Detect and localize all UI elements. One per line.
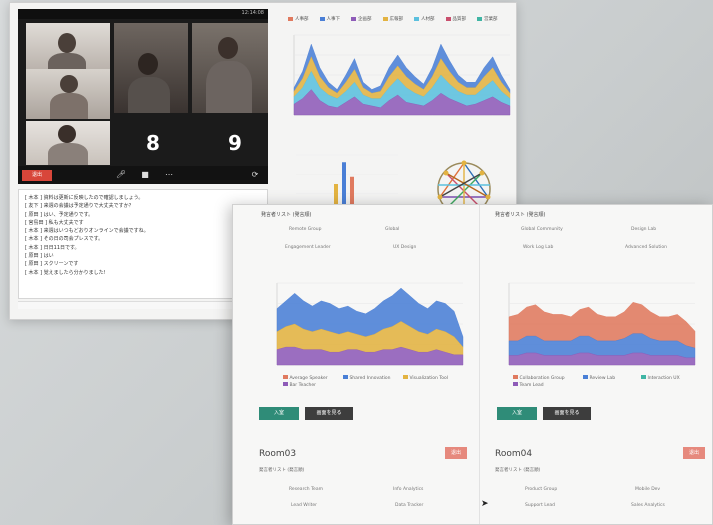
participant-pill: Global <box>385 227 400 232</box>
mouse-cursor-icon: ➤ <box>481 499 489 509</box>
column-divider <box>479 205 480 524</box>
room3-leave-tag[interactable]: 退出 <box>445 447 467 459</box>
participant-pill: Advanced Solution <box>625 245 667 250</box>
legend-label: Interaction UX <box>647 376 680 381</box>
chat-message: [ 原田 ] はい、予定通りです。 <box>25 211 94 218</box>
chat-message: [ 木本 ] 日日11日です。 <box>25 244 80 251</box>
room2-view-screen-button[interactable]: 画面を見る <box>543 407 591 420</box>
room4-subtitle: 発言者リスト (発言順) <box>495 468 541 473</box>
legend-swatch <box>445 17 451 21</box>
area-chart-legend: 人事部 人事下 企画部 広報部 人材部 品質部 営業部 <box>288 16 498 22</box>
speaker-list-title: 発言者リスト (発言順) <box>261 212 312 218</box>
participant-tile-1[interactable] <box>26 23 110 75</box>
room-panel-2: 発言者リスト (発言順) Global Community Design Lab… <box>485 205 712 524</box>
legend-label: 人事下 <box>326 17 341 22</box>
refresh-icon[interactable]: ⟳ <box>250 170 260 180</box>
more-icon[interactable]: ⋯ <box>164 170 174 180</box>
speaker-list-title: 発言者リスト (発言順) <box>495 212 546 218</box>
chat-input[interactable] <box>18 301 268 309</box>
participant-pill: Research Team <box>289 487 323 492</box>
rooms-overview-window: 発言者リスト (発言順) Remote Group Global Engagem… <box>232 204 713 525</box>
chat-message: [ 原田 ] はい <box>25 253 54 260</box>
legend-item[interactable]: 営業部 <box>477 16 498 22</box>
video-topbar: 12:14:08 <box>18 9 268 19</box>
legend-swatch <box>288 17 293 21</box>
participant-pill: Support Lead <box>525 503 556 508</box>
participant-tile-4[interactable] <box>26 69 110 119</box>
video-controls-bar: 退出 🎤︎ ■ ⋯ ⟳ <box>18 166 268 184</box>
chat-message: [ 宮島田 ] 私も大丈夫です <box>25 219 84 226</box>
room4-leave-tag[interactable]: 退出 <box>683 447 705 459</box>
room2-enter-button[interactable]: 入室 <box>497 407 537 420</box>
room4-title: Room04 <box>495 449 533 459</box>
room3-subtitle: 発言者リスト (発言順) <box>259 468 305 473</box>
participant-pill: Design Lab <box>631 227 657 232</box>
legend-label: Average Speaker <box>289 376 328 381</box>
legend-label: Shared Innovation <box>349 376 391 381</box>
legend-label: Collaboration Group <box>519 376 565 381</box>
legend-label: 営業部 <box>484 17 498 22</box>
legend-label: 人材部 <box>421 17 435 22</box>
participant-pill: Mobile Dev <box>635 487 661 492</box>
legend-item[interactable]: 人事下 <box>319 16 341 22</box>
participant-pill: Global Community <box>521 227 563 232</box>
legend-swatch <box>477 17 482 21</box>
legend-item[interactable]: 企画部 <box>351 16 372 22</box>
room-panel-1: 発言者リスト (発言順) Remote Group Global Engagem… <box>233 205 473 524</box>
room1-enter-button[interactable]: 入室 <box>259 407 299 420</box>
participant-tile-5[interactable] <box>26 121 110 165</box>
legend-label: Team Lead <box>519 383 544 388</box>
participant-pill: Sales Analytics <box>631 503 665 508</box>
legend-label: Visualization Tool <box>409 376 449 381</box>
camera-icon[interactable]: ■ <box>140 170 150 180</box>
participant-pill: Work Log Lab <box>523 245 554 250</box>
room2-speaking-area-chart <box>508 282 696 366</box>
participant-tile-2[interactable] <box>114 23 188 113</box>
participant-pill: UX Design <box>393 245 417 250</box>
legend-item[interactable]: 人材部 <box>414 16 435 22</box>
room1-view-screen-button[interactable]: 画面を見る <box>305 407 353 420</box>
chat-log: [ 木本 ] 資料は更新に反映したので確認しましょう。 [ 友下 ] 来週の会議は… <box>18 189 268 299</box>
chat-message: [ 木本 ] 資料は更新に反映したので確認しましょう。 <box>25 195 144 201</box>
legend-item[interactable]: 広報部 <box>382 16 404 22</box>
participant-pill: Engagement Leader <box>285 245 331 250</box>
participant-pill: Data Tracker <box>395 503 424 508</box>
legend-item[interactable]: 人事部 <box>288 16 309 22</box>
legend-swatch <box>414 17 419 21</box>
legend-swatch <box>319 17 325 21</box>
chat-message: [ 原田 ] スクリーンです <box>25 261 79 268</box>
participant-pill: Lead Writer <box>291 503 317 508</box>
room1-speaking-area-chart <box>276 282 464 366</box>
participant-counter-2: 9 <box>228 131 242 155</box>
participant-tile-3[interactable] <box>192 23 268 113</box>
legend-item[interactable]: 品質部 <box>445 16 467 22</box>
participant-pill: Info Analytics <box>393 487 424 492</box>
legend-label: 人事部 <box>295 17 309 22</box>
participant-pill: Product Group <box>525 487 558 492</box>
chat-message: [ 友下 ] 来週の会議は予定通りで大丈夫ですか？ <box>25 203 134 210</box>
microphone-icon[interactable]: 🎤︎ <box>116 170 126 180</box>
leave-button[interactable]: 退出 <box>22 170 52 181</box>
legend-label: 広報部 <box>389 17 404 22</box>
chat-message: [ 木本 ] その日の司会プレスです。 <box>25 236 104 243</box>
video-timestamp: 12:14:08 <box>241 10 264 16</box>
participant-counter-1: 8 <box>146 131 160 155</box>
chat-message: [ 木本 ] 来週はいつもどおりオンラインで会議ですね。 <box>25 228 149 235</box>
legend-label: 企画部 <box>358 17 372 22</box>
legend-swatch <box>382 17 388 21</box>
participant-pill: Remote Group <box>289 227 322 232</box>
legend-label: Bar Teacher <box>289 383 317 388</box>
room3-title: Room03 <box>259 449 297 459</box>
legend-label: Review Lab <box>589 376 616 381</box>
video-conference-panel: 12:14:08 8 9 退出 🎤︎ ■ ⋯ ⟳ <box>18 9 268 184</box>
legend-swatch <box>351 17 356 21</box>
department-area-chart <box>293 34 511 116</box>
legend-label: 品質部 <box>452 17 467 22</box>
chat-message: [ 木本 ] 覚えましたら分かりました! <box>25 269 106 276</box>
